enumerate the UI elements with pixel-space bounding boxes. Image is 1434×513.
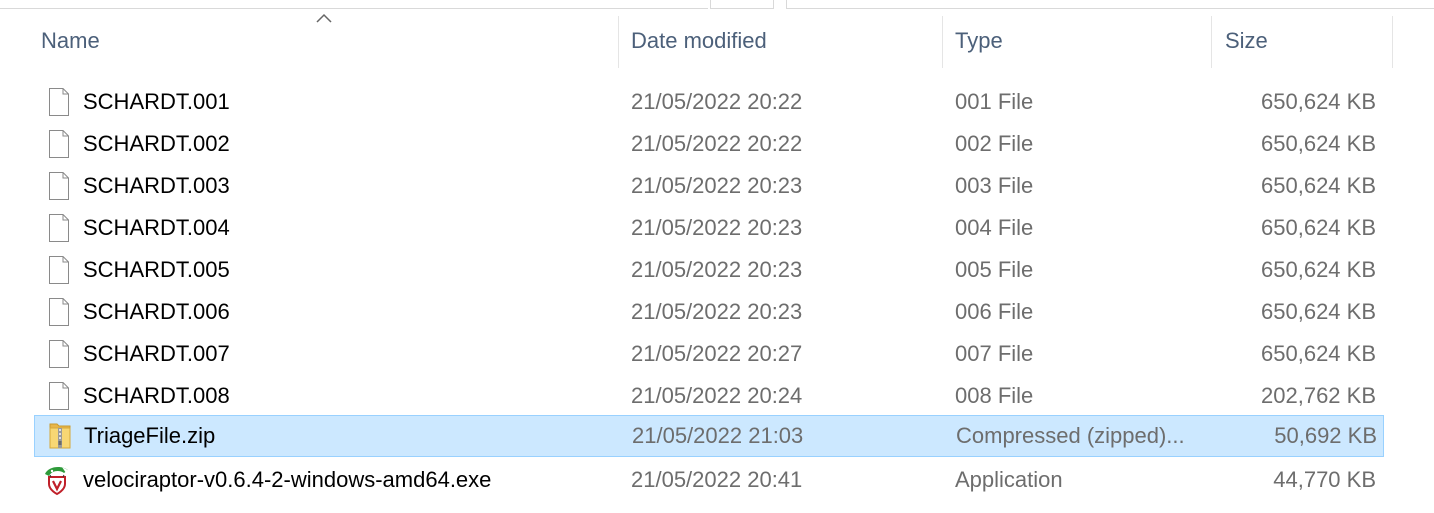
- toolbar-segment: [710, 0, 774, 9]
- file-name: SCHARDT.002: [83, 131, 230, 156]
- file-date-modified: 21/05/2022 20:22: [631, 89, 803, 114]
- generic-file-icon: [49, 298, 69, 326]
- file-row[interactable]: velociraptor-v0.6.4-2-windows-amd64.exe …: [34, 460, 1384, 502]
- file-row[interactable]: SCHARDT.004 21/05/2022 20:23 004 File 65…: [34, 208, 1384, 250]
- file-date-modified: 21/05/2022 20:23: [631, 299, 803, 324]
- column-header-date-modified[interactable]: Date modified: [619, 14, 942, 68]
- file-explorer-details-view: Name Date modified Type Size SCHARDT.001…: [0, 0, 1434, 513]
- file-row[interactable]: SCHARDT.002 21/05/2022 20:22 002 File 65…: [34, 124, 1384, 166]
- generic-file-icon: [49, 172, 69, 200]
- file-row[interactable]: SCHARDT.006 21/05/2022 20:23 006 File 65…: [34, 292, 1384, 334]
- file-date-modified: 21/05/2022 20:23: [631, 257, 803, 282]
- file-date-modified: 21/05/2022 20:27: [631, 341, 803, 366]
- column-header-size[interactable]: Size: [1212, 14, 1392, 68]
- file-date-modified: 21/05/2022 20:23: [631, 215, 803, 240]
- zip-folder-icon: [49, 423, 71, 449]
- column-header-name-label: Name: [41, 28, 100, 53]
- generic-file-icon: [49, 130, 69, 158]
- file-size: 650,624 KB: [1261, 341, 1376, 366]
- file-date-modified: 21/05/2022 20:41: [631, 467, 803, 492]
- file-size: 650,624 KB: [1261, 257, 1376, 282]
- top-toolbar-edge: [0, 0, 1434, 9]
- file-type: 004 File: [955, 215, 1034, 240]
- file-size: 202,762 KB: [1261, 383, 1376, 408]
- file-type: 002 File: [955, 131, 1034, 156]
- file-size: 650,624 KB: [1261, 215, 1376, 240]
- toolbar-segment: [786, 0, 1434, 9]
- file-size: 650,624 KB: [1261, 89, 1376, 114]
- file-name: SCHARDT.003: [83, 173, 230, 198]
- generic-file-icon: [49, 88, 69, 116]
- generic-file-icon: [49, 214, 69, 242]
- file-row[interactable]: SCHARDT.003 21/05/2022 20:23 003 File 65…: [34, 166, 1384, 208]
- column-header-row: Name Date modified Type Size: [0, 14, 1434, 70]
- file-date-modified: 21/05/2022 20:24: [631, 383, 803, 408]
- file-size: 650,624 KB: [1261, 299, 1376, 324]
- file-name: SCHARDT.005: [83, 257, 230, 282]
- file-size: 44,770 KB: [1273, 467, 1376, 492]
- column-header-name[interactable]: Name: [0, 14, 618, 68]
- column-header-type[interactable]: Type: [943, 14, 1211, 68]
- file-row[interactable]: SCHARDT.007 21/05/2022 20:27 007 File 65…: [34, 334, 1384, 376]
- file-name: SCHARDT.006: [83, 299, 230, 324]
- file-name: velociraptor-v0.6.4-2-windows-amd64.exe: [83, 467, 492, 492]
- file-size: 650,624 KB: [1261, 173, 1376, 198]
- file-type: Compressed (zipped)...: [956, 423, 1185, 448]
- file-name: SCHARDT.007: [83, 341, 230, 366]
- file-date-modified: 21/05/2022 20:22: [631, 131, 803, 156]
- file-name: SCHARDT.004: [83, 215, 230, 240]
- file-row[interactable]: SCHARDT.001 21/05/2022 20:22 001 File 65…: [34, 82, 1384, 124]
- file-size: 50,692 KB: [1274, 423, 1377, 448]
- file-date-modified: 21/05/2022 20:23: [631, 173, 803, 198]
- column-header-date-label: Date modified: [631, 28, 767, 53]
- toolbar-segment: [0, 0, 708, 9]
- file-row[interactable]: SCHARDT.005 21/05/2022 20:23 005 File 65…: [34, 250, 1384, 292]
- file-type: 005 File: [955, 257, 1034, 282]
- column-header-type-label: Type: [955, 28, 1003, 53]
- column-header-size-label: Size: [1225, 28, 1268, 53]
- file-date-modified: 21/05/2022 21:03: [632, 423, 804, 448]
- file-type: 006 File: [955, 299, 1034, 324]
- column-resize-handle[interactable]: [1392, 16, 1393, 68]
- file-name: SCHARDT.008: [83, 383, 230, 408]
- file-name: TriageFile.zip: [84, 423, 216, 448]
- generic-file-icon: [49, 340, 69, 368]
- generic-file-icon: [49, 382, 69, 410]
- file-row[interactable]: SCHARDT.008 21/05/2022 20:24 008 File 20…: [34, 376, 1384, 418]
- file-type: 003 File: [955, 173, 1034, 198]
- file-type: 007 File: [955, 341, 1034, 366]
- file-size: 650,624 KB: [1261, 131, 1376, 156]
- generic-file-icon: [49, 256, 69, 284]
- velociraptor-app-icon: [45, 466, 68, 496]
- file-type: Application: [955, 467, 1063, 492]
- file-type: 001 File: [955, 89, 1034, 114]
- file-name: SCHARDT.001: [83, 89, 230, 114]
- file-type: 008 File: [955, 383, 1034, 408]
- file-row-selected[interactable]: TriageFile.zip 21/05/2022 21:03 Compress…: [34, 415, 1384, 457]
